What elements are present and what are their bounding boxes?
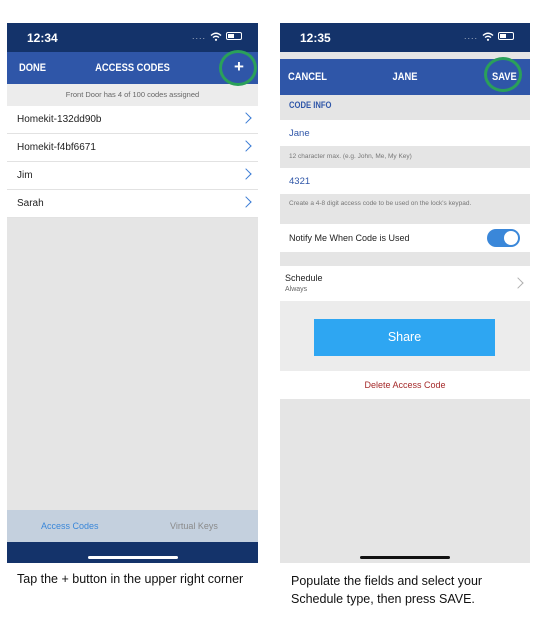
chevron-right-icon — [240, 112, 252, 124]
signal-dots-icon: .... — [191, 31, 206, 41]
chevron-right-icon — [240, 168, 252, 180]
status-time: 12:35 — [300, 31, 331, 45]
instruction-caption-left: Tap the + button in the upper right corn… — [17, 572, 244, 586]
highlight-ring — [219, 50, 257, 86]
page-title: JANE — [392, 71, 418, 83]
section-header: CODE INFO — [289, 100, 332, 110]
wifi-icon — [482, 32, 494, 41]
delete-row: Delete Access Code — [280, 371, 530, 399]
tab-access-codes[interactable]: Access Codes — [41, 510, 99, 542]
battery-icon — [498, 32, 514, 40]
code-name: Jim — [17, 170, 33, 181]
code-value: 4321 — [289, 176, 311, 187]
notify-row: Notify Me When Code is Used — [280, 224, 530, 252]
chevron-right-icon — [240, 140, 252, 152]
code-name: Homekit-132dd90b — [17, 114, 102, 125]
edit-code-screen: 12:35 .... CANCEL JANE SAVE CODE INFO Ja… — [280, 23, 530, 563]
instruction-caption-right: Populate the fields and select your Sche… — [291, 574, 483, 606]
codes-banner: Front Door has 4 of 100 codes assigned — [7, 84, 258, 106]
chevron-right-icon — [240, 196, 252, 208]
code-name: Homekit-f4bf6671 — [17, 142, 96, 153]
schedule-row[interactable]: Schedule Always — [280, 266, 530, 301]
notify-label: Notify Me When Code is Used — [289, 233, 410, 243]
highlight-ring — [484, 57, 522, 92]
name-hint: 12 character max. (e.g. John, Me, My Key… — [289, 153, 412, 160]
name-value: Jane — [289, 128, 310, 139]
page-title: ACCESS CODES — [95, 62, 170, 74]
code-hint: Create a 4-8 digit access code to be use… — [289, 200, 472, 207]
list-item[interactable]: Homekit-f4bf6671 — [7, 134, 258, 162]
status-time: 12:34 — [27, 31, 58, 45]
code-field[interactable]: 4321 — [280, 168, 530, 194]
delete-code-button[interactable]: Delete Access Code — [280, 380, 530, 390]
notify-toggle[interactable] — [487, 229, 520, 247]
tab-virtual-keys[interactable]: Virtual Keys — [170, 510, 218, 542]
status-icons: .... — [464, 31, 514, 41]
access-code-list: Homekit-132dd90b Homekit-f4bf6671 Jim Sa… — [7, 106, 258, 218]
tab-bar: Access Codes Virtual Keys — [7, 510, 258, 542]
access-codes-screen: 12:34 .... DONE ACCESS CODES + Front Doo… — [7, 23, 258, 563]
list-item[interactable]: Homekit-132dd90b — [7, 106, 258, 134]
share-button[interactable]: Share — [314, 319, 495, 356]
chevron-right-icon — [512, 277, 524, 289]
code-name: Sarah — [17, 198, 44, 209]
home-indicator — [280, 542, 530, 563]
list-item[interactable]: Sarah — [7, 190, 258, 218]
battery-icon — [226, 32, 242, 40]
signal-dots-icon: .... — [463, 31, 478, 41]
status-icons: .... — [192, 31, 242, 41]
status-bar: 12:35 .... — [280, 23, 530, 52]
home-indicator — [7, 542, 258, 563]
name-field[interactable]: Jane — [280, 120, 530, 146]
schedule-label: Schedule — [285, 273, 323, 283]
status-bar: 12:34 .... — [7, 23, 258, 52]
schedule-value: Always — [285, 286, 308, 293]
list-item[interactable]: Jim — [7, 162, 258, 190]
wifi-icon — [210, 32, 222, 41]
